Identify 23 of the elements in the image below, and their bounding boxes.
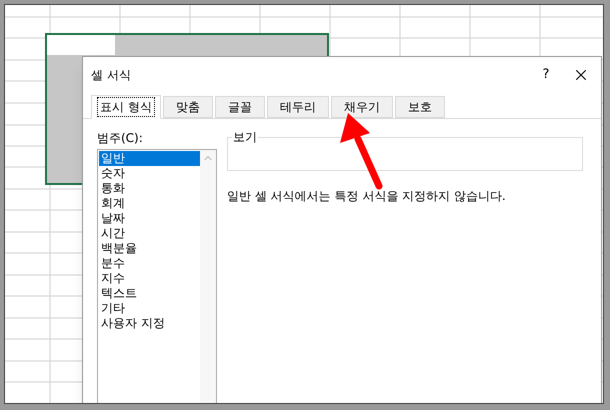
category-item[interactable]: 통화 [99,181,200,196]
tab[interactable]: 맞춤 [162,96,213,118]
category-item[interactable]: 숫자 [99,166,200,181]
tab[interactable]: 글꼴 [214,96,265,118]
category-item[interactable]: 사용자 지정 [99,316,200,331]
category-item[interactable]: 일반 [99,151,200,166]
category-item[interactable]: 분수 [99,256,200,271]
category-label: 범주(C): [97,130,144,147]
tab[interactable]: 표시 형식 [91,95,161,119]
dialog-title: 셀 서식 [91,67,132,84]
tab[interactable]: 테두리 [266,96,329,118]
tab[interactable]: 보호 [394,96,445,118]
category-item[interactable]: 날짜 [99,211,200,226]
description-text: 일반 셀 서식에서는 특정 서식을 지정하지 않습니다. [227,188,507,205]
category-item[interactable]: 백분율 [99,241,200,256]
preview-label: 보기 [232,129,258,145]
category-item[interactable]: 시간 [99,226,200,241]
tab[interactable]: 채우기 [330,96,393,118]
category-item[interactable]: 기타 [99,301,200,316]
help-button[interactable]: ? [531,65,561,85]
category-item[interactable]: 회계 [99,196,200,211]
category-item[interactable]: 지수 [99,271,200,286]
category-item[interactable]: 텍스트 [99,286,200,301]
